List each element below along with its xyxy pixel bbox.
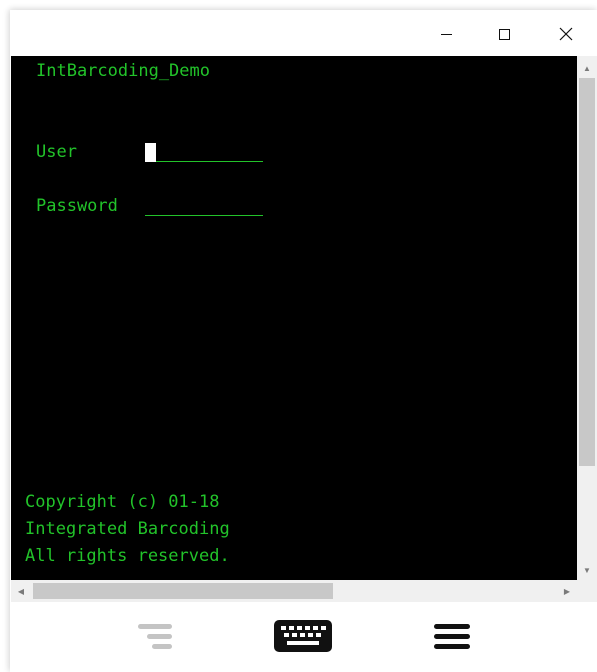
menu-button[interactable] — [430, 618, 474, 654]
scroll-up-arrow-icon[interactable]: ▲ — [577, 58, 597, 78]
bottom-toolbar — [10, 602, 597, 672]
close-button[interactable] — [548, 18, 584, 50]
password-label: Password — [36, 196, 118, 216]
rights-line: All rights reserved. — [25, 546, 230, 566]
nav-lines-icon — [138, 624, 172, 649]
close-icon — [559, 27, 573, 41]
user-field[interactable] — [145, 142, 263, 162]
scroll-right-arrow-icon[interactable]: ▶ — [557, 580, 577, 602]
maximize-button[interactable] — [486, 18, 522, 50]
maximize-icon — [498, 28, 510, 40]
vertical-scrollbar[interactable]: ▲ ▼ — [577, 56, 597, 580]
hamburger-menu-icon — [434, 624, 470, 649]
scroll-left-arrow-icon[interactable]: ◀ — [11, 580, 31, 602]
app-window: IntBarcoding_Demo User Password Copyrigh… — [10, 10, 597, 672]
minimize-icon — [440, 33, 452, 35]
scrollbar-corner — [577, 580, 597, 602]
copyright-line: Copyright (c) 01-18 — [25, 492, 220, 512]
minimize-button[interactable] — [428, 18, 464, 50]
text-cursor — [145, 143, 156, 162]
company-line: Integrated Barcoding — [25, 519, 230, 539]
app-title: IntBarcoding_Demo — [36, 61, 210, 81]
keyboard-icon — [274, 620, 332, 652]
terminal-screen[interactable]: IntBarcoding_Demo User Password Copyrigh… — [11, 56, 577, 580]
user-label: User — [36, 142, 77, 162]
title-bar — [10, 10, 597, 56]
keyboard-button[interactable] — [272, 618, 334, 654]
password-field[interactable] — [145, 196, 263, 216]
horizontal-scrollbar[interactable]: ◀ ▶ — [11, 580, 577, 602]
navigation-button[interactable] — [134, 618, 178, 654]
scroll-down-arrow-icon[interactable]: ▼ — [577, 560, 597, 580]
vertical-scroll-thumb[interactable] — [579, 78, 595, 466]
horizontal-scroll-thumb[interactable] — [33, 583, 333, 599]
